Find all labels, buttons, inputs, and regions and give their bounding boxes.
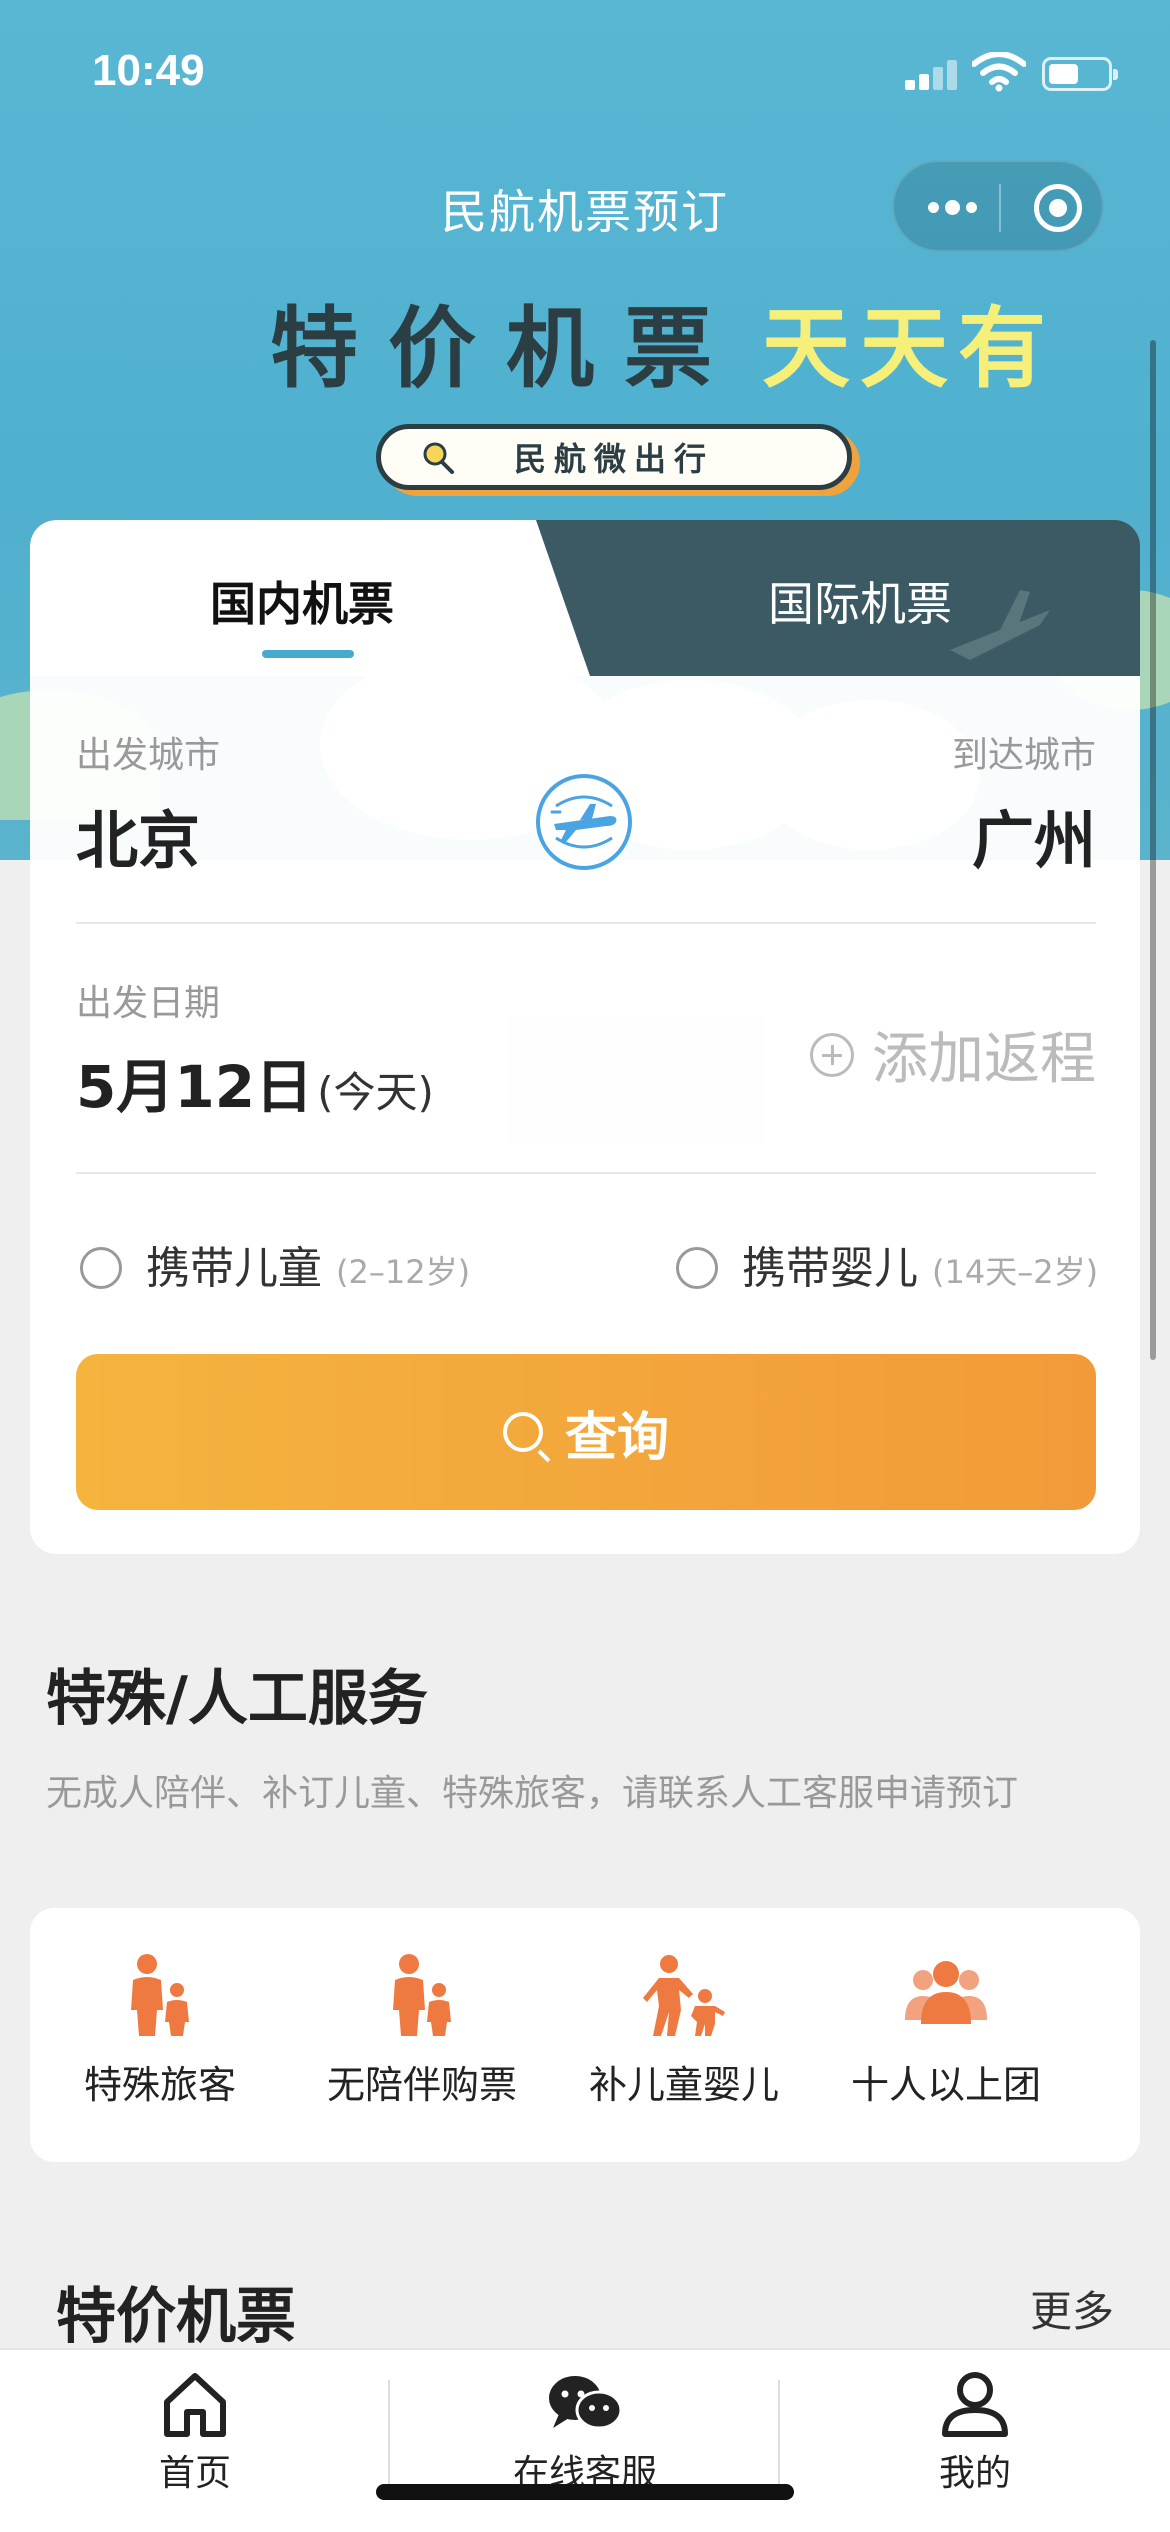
miniprogram-capsule <box>892 160 1104 252</box>
plane-decoration-icon <box>950 590 1050 660</box>
airplane-icon <box>550 795 617 849</box>
child-option-hint: (2–12岁) <box>336 1253 471 1291</box>
infant-option[interactable]: 携带婴儿 (14天–2岁) <box>676 1232 1098 1296</box>
deals-more-link[interactable]: 更多 <box>1030 2278 1114 2339</box>
bottom-tab-bar: 首页 在线客服 我的 <box>0 2348 1170 2532</box>
departure-date-label: 出发日期 <box>76 983 221 1024</box>
flight-search-card: 国内机票 国际机票 出发城市 到达城市 北京 广州 出发日期 5月12日(今天)… <box>30 520 1140 1554</box>
divider <box>76 1172 1096 1174</box>
user-icon <box>942 2372 1008 2437</box>
more-icon[interactable] <box>922 187 982 227</box>
divider <box>76 922 1096 924</box>
battery-icon <box>1042 57 1118 91</box>
to-city[interactable]: 广州 <box>972 790 1096 880</box>
status-bar: 10:49 <box>0 0 1170 150</box>
cellular-signal-icon <box>905 58 961 90</box>
infant-radio[interactable] <box>676 1247 718 1289</box>
child-radio[interactable] <box>80 1247 122 1289</box>
special-services-description: 无成人陪伴、补订儿童、特殊旅客，请联系人工客服申请预订 <box>46 1773 1019 1814</box>
scrollbar[interactable] <box>1150 340 1156 1360</box>
banner-title-highlight: 天天有 <box>762 296 1057 400</box>
from-city-label: 出发城市 <box>76 735 221 776</box>
child-infant-icon <box>643 1955 725 2036</box>
close-miniprogram-icon[interactable] <box>1034 184 1082 232</box>
status-time: 10:49 <box>92 46 205 95</box>
add-return-button[interactable]: 添加返程 <box>810 1014 1096 1095</box>
wifi-icon <box>972 52 1026 92</box>
child-option[interactable]: 携带儿童 (2–12岁) <box>80 1232 470 1296</box>
special-services-title: 特殊/人工服务 <box>46 1664 428 1734</box>
special-services-card: 特殊旅客 无陪伴购票 补儿童婴儿 十人以上团 <box>30 1908 1140 2162</box>
banner-badge-text: 民航微出行 <box>513 440 714 478</box>
infant-option-hint: (14天–2岁) <box>932 1253 1099 1291</box>
battery-level <box>1049 64 1078 84</box>
home-icon <box>164 2373 226 2437</box>
service-special-passenger[interactable]: 特殊旅客 <box>30 1950 290 2109</box>
tab-online-service[interactable]: 在线客服 <box>390 2370 780 2496</box>
banner-title: 特价机票 天天有 <box>270 278 1056 405</box>
search-button[interactable]: 查询 <box>76 1354 1096 1510</box>
tab-domestic[interactable]: 国内机票 <box>210 568 394 634</box>
banner-badge: 民航微出行 <box>376 424 852 490</box>
tab-home-label: 首页 <box>158 2453 231 2494</box>
infant-option-label: 携带婴儿 <box>742 1243 918 1294</box>
tab-home[interactable]: 首页 <box>0 2370 390 2496</box>
search-icon <box>502 1412 543 1452</box>
search-button-label: 查询 <box>564 1407 669 1468</box>
tab-international[interactable]: 国际机票 <box>768 568 952 634</box>
service-label: 无陪伴购票 <box>326 2063 517 2107</box>
tab-mine[interactable]: 我的 <box>780 2370 1170 2496</box>
group-icon <box>905 1961 987 2024</box>
service-label: 特殊旅客 <box>83 2063 236 2107</box>
plus-circle-icon <box>810 1032 854 1077</box>
to-city-label: 到达城市 <box>951 735 1096 776</box>
service-label: 补儿童婴儿 <box>588 2063 779 2107</box>
service-group[interactable]: 十人以上团 <box>816 1950 1076 2109</box>
departure-date[interactable]: 5月12日(今天) <box>76 1040 434 1124</box>
magnifier-icon <box>423 442 454 474</box>
departure-date-value: 5月12日 <box>76 1053 314 1121</box>
swap-cities-button[interactable] <box>536 774 632 870</box>
add-return-label: 添加返程 <box>872 1027 1096 1092</box>
tab-mine-label: 我的 <box>938 2453 1011 2494</box>
deals-title: 特价机票 <box>56 2282 296 2352</box>
departure-date-note: (今天) <box>317 1068 434 1117</box>
special-passenger-icon <box>131 1954 189 2036</box>
capsule-divider <box>999 184 1001 232</box>
banner-title-main: 特价机票 <box>270 296 743 400</box>
tab-active-indicator <box>262 650 354 658</box>
home-indicator <box>376 2484 794 2500</box>
from-city[interactable]: 北京 <box>76 790 200 880</box>
service-unaccompanied[interactable]: 无陪伴购票 <box>292 1950 552 2109</box>
service-label: 十人以上团 <box>850 2063 1041 2107</box>
child-option-label: 携带儿童 <box>146 1243 322 1294</box>
chat-icon <box>549 2376 623 2430</box>
ticket-type-tabs: 国内机票 国际机票 <box>30 520 1140 676</box>
unaccompanied-icon <box>393 1954 451 2036</box>
service-child-infant[interactable]: 补儿童婴儿 <box>554 1950 814 2109</box>
